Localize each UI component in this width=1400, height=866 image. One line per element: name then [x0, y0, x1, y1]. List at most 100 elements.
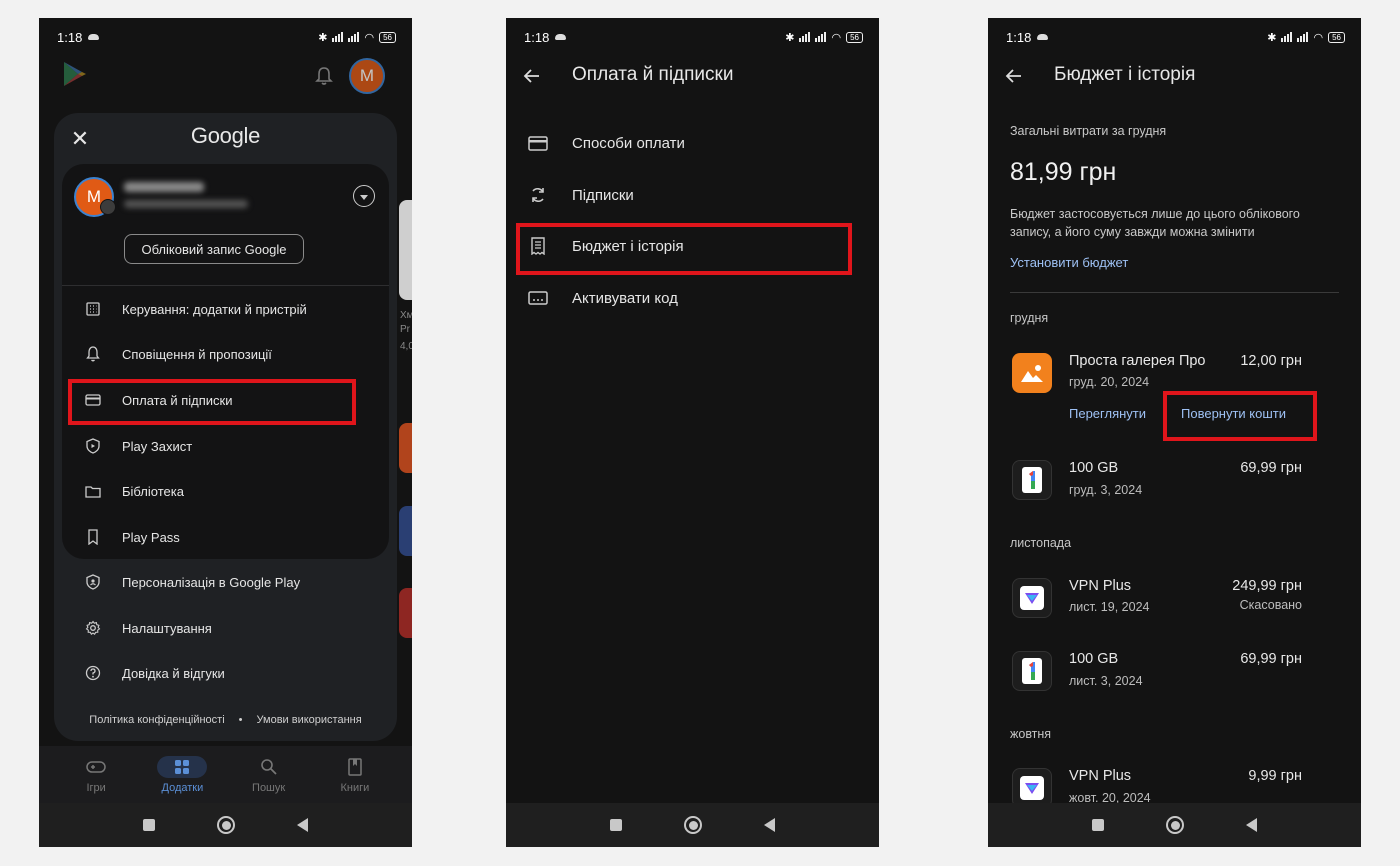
code-icon	[528, 288, 548, 308]
back-arrow-icon[interactable]	[1004, 66, 1024, 86]
account-name-blurred	[124, 182, 204, 192]
home-button[interactable]	[217, 816, 235, 834]
cloud-icon	[1037, 34, 1049, 40]
menu-label: Налаштування	[122, 620, 212, 636]
item-payment-methods[interactable]: Способи оплати	[528, 131, 685, 155]
highlight-box-payments	[68, 379, 356, 425]
view-button[interactable]: Переглянути	[1069, 406, 1146, 421]
home-button[interactable]	[684, 816, 702, 834]
status-bar: 1:18 ✱ ◠ 56	[506, 18, 879, 56]
menu-label: Сповіщення й пропозиції	[122, 346, 272, 362]
item-redeem-code[interactable]: Активувати код	[528, 286, 678, 310]
menu-label: Керування: додатки й пристрій	[122, 301, 307, 317]
wifi-icon: ◠	[831, 31, 842, 44]
status-bar: 1:18 ✱ ◠ 56	[988, 18, 1361, 56]
card-icon	[528, 133, 548, 153]
notifications-bell-icon[interactable]	[315, 66, 333, 86]
chevron-down-icon[interactable]	[353, 185, 375, 207]
menu-item-manage[interactable]: Керування: додатки й пристрій	[84, 298, 307, 320]
transaction-name: VPN Plus	[1069, 768, 1132, 784]
item-subscriptions[interactable]: Підписки	[528, 183, 634, 207]
system-navbar	[506, 803, 879, 847]
nav-books[interactable]: Книги	[320, 756, 390, 794]
nav-games[interactable]: Ігри	[61, 756, 131, 794]
divider	[1010, 292, 1339, 293]
footer-separator: •	[238, 714, 243, 726]
google-account-button[interactable]: Обліковий запис Google	[124, 234, 304, 264]
play-store-icon	[64, 62, 86, 86]
menu-item-play-protect[interactable]: Play Захист	[84, 435, 192, 457]
transaction-price: 69,99 грн	[1240, 651, 1302, 667]
item-label: Активувати код	[572, 289, 678, 307]
menu-item-settings[interactable]: Налаштування	[84, 617, 212, 639]
google-one-icon	[1012, 651, 1052, 691]
menu-item-notifications[interactable]: Сповіщення й пропозиції	[84, 343, 272, 365]
google-wordmark: Google	[190, 123, 261, 148]
terms-link[interactable]: Умови використання	[257, 714, 362, 726]
total-amount: 81,99 грн	[1010, 158, 1117, 186]
account-email-blurred	[124, 200, 248, 208]
transaction-date: груд. 20, 2024	[1069, 375, 1150, 389]
transaction-name: 100 GB	[1069, 460, 1119, 476]
menu-label: Play Захист	[122, 438, 193, 454]
back-button[interactable]	[297, 818, 308, 832]
nav-apps[interactable]: Додатки	[147, 755, 217, 794]
item-label: Способи оплати	[572, 134, 685, 152]
battery-icon: 56	[379, 31, 396, 43]
recents-button[interactable]	[610, 819, 622, 831]
signal-icon-2	[1297, 32, 1309, 42]
highlight-box-budget	[516, 223, 852, 275]
status-time: 1:18	[57, 29, 83, 45]
background-app-card	[399, 200, 412, 300]
privacy-policy-link[interactable]: Політика конфіденційності	[89, 714, 224, 726]
app-bar: Бюджет і історія	[988, 58, 1361, 94]
budget-content[interactable]: Загальні витрати за грудня 81,99 грн Бюд…	[988, 98, 1361, 803]
transaction-name: 100 GB	[1069, 651, 1119, 667]
menu-item-play-pass[interactable]: Play Pass	[84, 526, 180, 548]
background-app-icon	[399, 423, 412, 473]
menu-item-personalization[interactable]: Персоналізація в Google Play	[84, 571, 300, 593]
status-icons: ✱ ◠ 56	[318, 31, 396, 44]
phone-screen-budget: 1:18 ✱ ◠ 56 Бюджет і історія Загальні ви…	[988, 18, 1361, 847]
set-budget-link[interactable]: Установити бюджет	[1010, 255, 1128, 270]
recents-button[interactable]	[1092, 819, 1104, 831]
vpn-app-icon	[1012, 578, 1052, 618]
menu-label: Play Pass	[122, 529, 180, 545]
background-text: 4,0	[400, 341, 412, 352]
background-text: Pr	[400, 324, 410, 335]
recents-button[interactable]	[143, 819, 155, 831]
help-icon	[84, 664, 102, 682]
home-button[interactable]	[1166, 816, 1184, 834]
personalize-icon	[84, 573, 102, 591]
bluetooth-icon: ✱	[785, 31, 795, 44]
transaction-name: VPN Plus	[1069, 578, 1132, 594]
nav-search[interactable]: Пошук	[234, 756, 304, 794]
back-button[interactable]	[1246, 818, 1257, 832]
back-arrow-icon[interactable]	[522, 66, 542, 86]
account-menu-sheet: ✕ Google M Обліковий запис Google Керува…	[54, 113, 397, 741]
shield-icon	[84, 437, 102, 455]
menu-item-library[interactable]: Бібліотека	[84, 480, 184, 502]
google-one-icon	[1012, 460, 1052, 500]
menu-item-help[interactable]: Довідка й відгуки	[84, 662, 225, 684]
transaction-name: Проста галерея Про	[1069, 353, 1206, 369]
camera-icon[interactable]	[100, 199, 116, 215]
menu-label: Персоналізація в Google Play	[122, 574, 301, 590]
page-title: Оплата й підписки	[572, 64, 734, 85]
bluetooth-icon: ✱	[1267, 31, 1277, 44]
status-time: 1:18	[1006, 29, 1032, 45]
bluetooth-icon: ✱	[318, 31, 328, 44]
signal-icon	[799, 32, 811, 42]
profile-avatar[interactable]: M	[349, 58, 385, 94]
app-bar: Оплата й підписки	[506, 58, 879, 94]
bottom-navigation: Ігри Додатки Пошук Книги	[39, 746, 412, 803]
cloud-icon	[555, 34, 567, 40]
bell-icon	[84, 345, 102, 363]
nav-books-label: Книги	[340, 781, 370, 794]
divider	[62, 285, 389, 286]
search-icon	[244, 756, 294, 778]
grid-icon	[84, 300, 102, 318]
back-button[interactable]	[764, 818, 775, 832]
month-header: листопада	[1010, 536, 1072, 550]
apps-icon	[157, 755, 208, 778]
